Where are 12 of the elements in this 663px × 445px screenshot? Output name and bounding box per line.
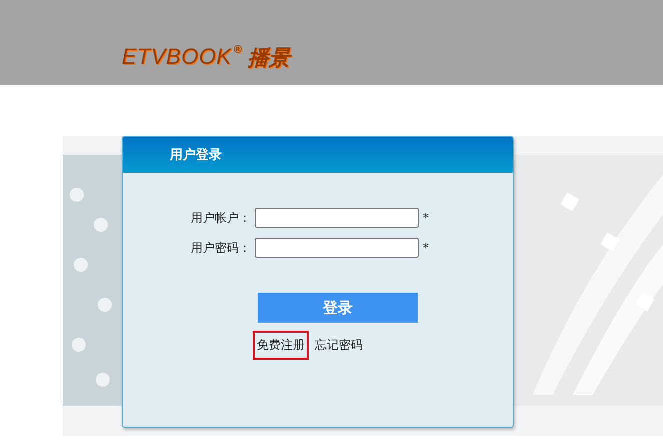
registered-mark: ® [234,44,242,56]
field-label: 用户密码： [190,240,252,256]
logo-text: ETVBOOK [122,44,232,70]
panel-title: 用户登录 [170,146,222,164]
text-link[interactable]: 免费注册 [253,331,309,360]
input-field[interactable] [255,238,419,258]
input-field[interactable] [255,208,419,228]
required-mark: * [423,241,430,255]
field-label: 用户帐户： [190,210,252,226]
text-link[interactable]: 忘记密码 [311,331,367,360]
logo-chinese-text: 播景 [248,45,290,72]
required-mark: * [423,211,430,225]
